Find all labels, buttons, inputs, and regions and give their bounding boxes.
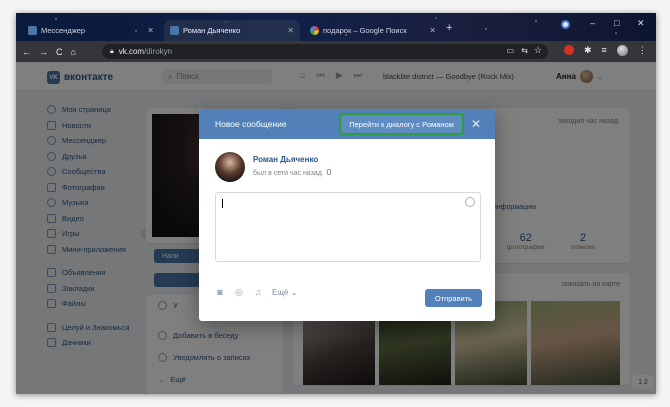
reload-icon[interactable]: C [56,47,63,57]
vk-favicon-icon [28,26,37,35]
recipient-name[interactable]: Роман Дьяченко [253,155,331,164]
message-textarea[interactable] [216,193,480,261]
browser-window: Мессенджер ✕ Роман Дьяченко ✕ подарок – … [16,13,656,394]
go-to-dialog-button[interactable]: Перейти к диалогу с Романом [339,113,464,135]
attachments-bar: ◙ ◎ ♫ Ещё ⌄ [215,287,297,298]
tab-close-icon[interactable]: ✕ [147,26,154,35]
menu-kebab-icon[interactable]: ⋮ [638,45,647,56]
url-path: /dirokyn [144,47,173,56]
recipient-avatar[interactable] [215,152,245,182]
forward-arrow-icon[interactable]: → [39,47,48,57]
browser-toolbar: ← → C ⌂ 🔒︎ vk.com/dirokyn ▭ ⇆ ☆ ✱ ≡ ⋮ [16,41,656,62]
tab-roman[interactable]: Роман Дьяченко ✕ [164,20,300,41]
tab-title: подарок – Google Поиск [323,26,407,35]
dialog-title: Новое сообщение [215,119,287,129]
media-control-icon[interactable]: ≡ [602,45,607,56]
google-favicon-icon [310,26,319,35]
cast-icon[interactable]: ▭ [506,46,514,55]
extensions-puzzle-icon[interactable]: ✱ [584,45,592,56]
video-icon[interactable]: ◎ [234,287,244,297]
maximize-button[interactable]: □ [614,18,619,28]
message-field[interactable] [215,192,481,262]
star-bookmark-icon[interactable]: ☆ [534,45,542,56]
text-caret [222,199,223,208]
recipient-block: Роман Дьяченко был в сети час назад [215,152,331,182]
tab-title: Роман Дьяченко [183,26,241,35]
chevron-down-icon: ⌄ [290,287,298,297]
tab-messenger[interactable]: Мессенджер ✕ [22,20,160,41]
close-icon[interactable]: ✕ [471,118,481,130]
close-window-button[interactable]: ✕ [637,18,645,29]
new-tab-button[interactable]: + [446,22,452,34]
extension-shield-icon[interactable] [564,45,574,55]
back-arrow-icon[interactable]: ← [22,47,31,57]
tab-title: Мессенджер [41,26,86,35]
recipient-status-text: был в сети час назад [253,170,322,177]
profile-avatar-icon[interactable] [616,45,628,56]
tab-strip: Мессенджер ✕ Роман Дьяченко ✕ подарок – … [16,13,656,41]
more-attachments-button[interactable]: Ещё ⌄ [272,288,297,297]
more-label: Ещё [272,287,289,297]
tab-close-icon[interactable]: ✕ [429,26,436,35]
recipient-status: был в сети час назад [253,169,331,177]
dialog-header: Новое сообщение Перейти к диалогу с Рома… [199,109,495,139]
vk-favicon-icon [170,26,179,35]
address-bar[interactable]: 🔒︎ vk.com/dirokyn ▭ ⇆ ☆ [102,44,548,59]
new-message-dialog: Новое сообщение Перейти к диалогу с Рома… [199,109,495,321]
home-icon[interactable]: ⌂ [71,47,76,57]
minimize-button[interactable]: – [590,18,595,28]
camera-icon[interactable]: ◙ [215,287,225,297]
send-button[interactable]: Отправить [425,289,482,307]
tab-close-icon[interactable]: ✕ [287,26,294,35]
lock-icon: 🔒︎ [110,47,114,55]
mobile-phone-icon [326,169,331,175]
profile-dot-icon[interactable] [561,20,570,29]
url-domain: vk.com [118,47,145,56]
emoji-icon[interactable] [465,197,475,207]
tab-google[interactable]: подарок – Google Поиск ✕ [304,20,442,41]
music-note-icon[interactable]: ♫ [253,287,263,297]
translate-icon[interactable]: ⇆ [521,46,528,55]
